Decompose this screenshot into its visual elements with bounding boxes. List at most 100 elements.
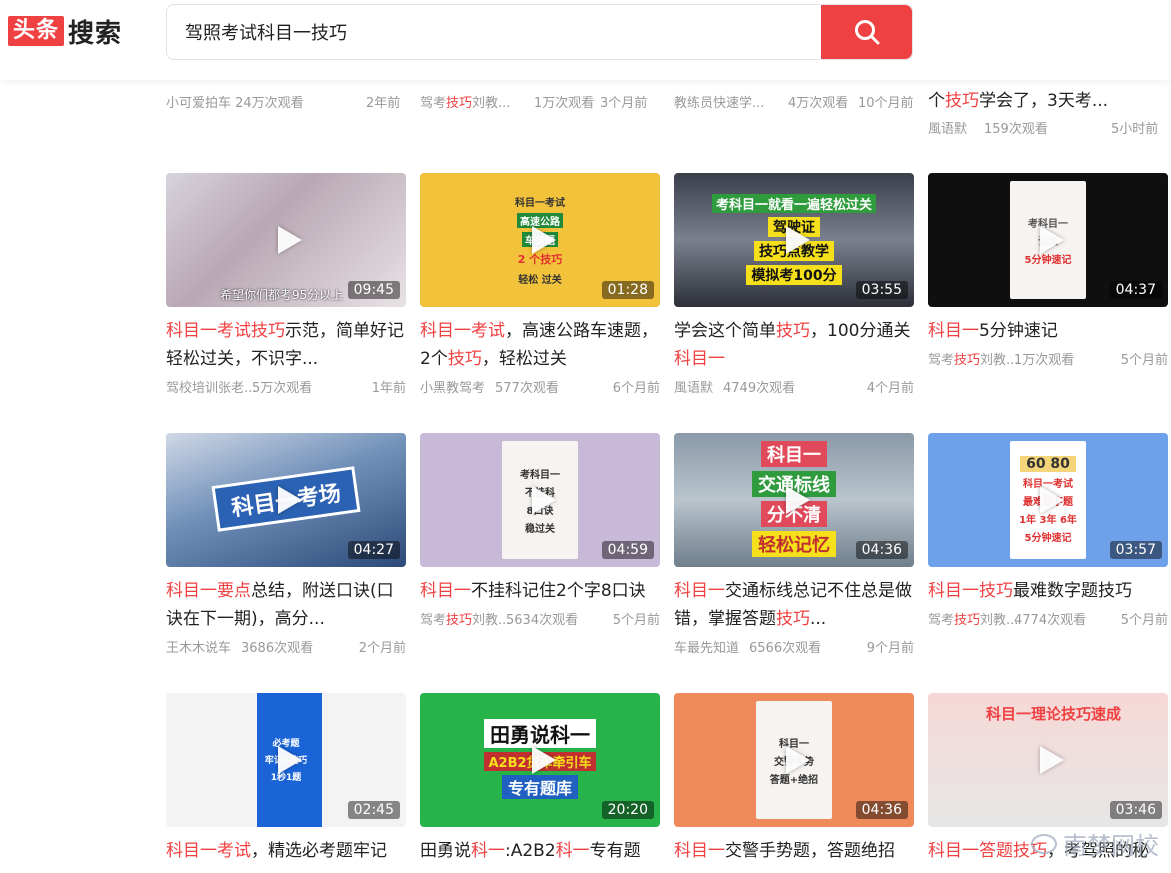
video-meta: 驾考技巧刘教... 5634次观看 5个月前: [420, 609, 660, 628]
video-source[interactable]: 驾考技巧刘教...: [420, 609, 510, 628]
video-views: 577次观看: [495, 381, 559, 396]
video-duration: 02:45: [347, 801, 400, 819]
thumbnail-text: 轻松 过关: [518, 275, 562, 286]
video-card[interactable]: 科目一 交警手势 答题+绝招 04:36 科目一交警手势题，答题绝招: [674, 693, 914, 865]
video-title[interactable]: 科目一考试，高速公路车速题，2个技巧，轻松过关: [420, 317, 660, 373]
video-thumbnail[interactable]: 希望你们都考95分以上 09:45: [166, 173, 406, 307]
logo-mark: 头条: [8, 16, 65, 46]
video-title[interactable]: 科目一考试技巧示范，简单好记轻松过关，不识字...: [166, 317, 406, 373]
video-card[interactable]: 科目一考试 高速公路 车速题 2 个技巧 轻松 过关 01:28 科目一考试，高速公路车速题…: [420, 173, 660, 396]
video-card[interactable]: 考科目一就看一遍轻松过关 驾驶证 技巧点教学 模拟考100分 03:55 学会这个简单技巧…: [674, 173, 914, 396]
watermark: 南梦网校: [1031, 826, 1159, 861]
video-title[interactable]: 科目一交通标线总记不住总是做错，掌握答题技巧...: [674, 577, 914, 633]
video-duration: 09:45: [347, 281, 400, 299]
video-source[interactable]: 驾考技巧刘教...: [420, 92, 510, 111]
search-input[interactable]: [167, 5, 822, 59]
video-title[interactable]: 科目一要点总结，附送口诀(口诀在下一期)，高分...: [166, 577, 406, 633]
video-thumbnail[interactable]: 考科目一 认准 5分钟速记 04:37: [928, 173, 1168, 307]
video-duration: 04:37: [1109, 281, 1162, 299]
play-icon[interactable]: [278, 226, 302, 254]
play-icon[interactable]: [786, 486, 810, 514]
video-views: 1万次观看: [1014, 353, 1075, 368]
video-views: 1万次观看: [534, 96, 595, 111]
thumbnail-text: 考科目一: [520, 469, 560, 481]
video-source[interactable]: 驾校培训张老...: [166, 377, 256, 396]
video-title[interactable]: 田勇说科一:A2B2科一专有题: [420, 837, 660, 865]
video-thumbnail[interactable]: 科目一 交警手势 答题+绝招 04:36: [674, 693, 914, 827]
video-title[interactable]: 科目一技巧最难数字题技巧: [928, 577, 1168, 605]
play-icon[interactable]: [278, 486, 302, 514]
video-source[interactable]: 風语默: [674, 377, 713, 396]
video-thumbnail[interactable]: 考科目一就看一遍轻松过关 驾驶证 技巧点教学 模拟考100分 03:55: [674, 173, 914, 307]
video-age: 4个月前: [866, 381, 914, 396]
video-thumbnail[interactable]: 科目一考试 高速公路 车速题 2 个技巧 轻松 过关 01:28: [420, 173, 660, 307]
play-icon[interactable]: [1040, 746, 1064, 774]
play-icon[interactable]: [532, 226, 556, 254]
thumbnail-text: 科目一: [761, 441, 827, 467]
thumbnail-text: 科目一考试: [515, 198, 565, 209]
video-views: 4749次观看: [723, 381, 796, 396]
play-icon[interactable]: [1040, 486, 1064, 514]
video-age: 6个月前: [612, 381, 660, 396]
video-meta: 小黑教驾考 577次观看 6个月前: [420, 377, 660, 396]
search-button[interactable]: [821, 5, 912, 59]
video-age: 3个月前: [600, 96, 648, 111]
play-icon[interactable]: [532, 486, 556, 514]
video-card[interactable]: 考科目一 不挂科 8口诀 稳过关 04:59 科目一不挂科记住2个字8口诀驾考技巧刘教..…: [420, 433, 660, 628]
video-views: 3686次观看: [241, 641, 314, 656]
video-views: 5万次观看: [252, 381, 313, 396]
video-card[interactable]: 60 80 科目一考试 最难数字题 1年 3年 6年 5分钟速记 03:57 科目一技巧最难…: [928, 433, 1168, 628]
video-source[interactable]: 風语默: [928, 118, 967, 137]
video-card[interactable]: 考科目一 认准 5分钟速记 04:37 科目一5分钟速记驾考技巧刘教... 1万次观看 5个…: [928, 173, 1168, 368]
video-source[interactable]: 车最先知道: [674, 637, 739, 656]
play-icon[interactable]: [786, 746, 810, 774]
play-icon[interactable]: [1040, 226, 1064, 254]
video-title[interactable]: 科目一考试，精选必考题牢记: [166, 837, 406, 865]
video-thumbnail[interactable]: 科目一 交通标线 分不清 轻松记忆 04:36: [674, 433, 914, 567]
video-title[interactable]: 学会这个简单技巧，100分通关科目一: [674, 317, 914, 373]
search-bar: [166, 4, 913, 60]
thumbnail-text: 田勇说科一: [484, 719, 596, 748]
video-title[interactable]: 科目一交警手势题，答题绝招: [674, 837, 914, 865]
video-source[interactable]: 小黑教驾考: [420, 377, 485, 396]
video-meta: 驾考技巧刘教... 4774次观看 5个月前: [928, 609, 1168, 628]
video-source[interactable]: 王木木说车: [166, 637, 231, 656]
top-header: 头条 搜索: [0, 0, 1171, 80]
video-title[interactable]: 个技巧学会了，3天考...: [928, 86, 1108, 111]
play-icon[interactable]: [532, 746, 556, 774]
video-duration: 04:59: [601, 541, 654, 559]
video-age: 5个月前: [1120, 353, 1168, 368]
video-card[interactable]: 科目一 交通标线 分不清 轻松记忆 04:36 科目一交通标线总记不住总是做错，掌握答题技…: [674, 433, 914, 656]
toutiao-logo[interactable]: 头条 搜索: [8, 16, 122, 49]
video-age: 5个月前: [1120, 613, 1168, 628]
thumbnail-text: 5分钟速记: [1024, 533, 1072, 544]
video-source[interactable]: 驾考技巧刘教...: [928, 349, 1018, 368]
video-card[interactable]: 田勇说科一 A2B2货车牵引车 专有题库 20:20 田勇说科一:A2B2科一专有题: [420, 693, 660, 865]
video-age: 9个月前: [866, 641, 914, 656]
video-duration: 04:36: [855, 541, 908, 559]
video-thumbnail[interactable]: 60 80 科目一考试 最难数字题 1年 3年 6年 5分钟速记 03:57: [928, 433, 1168, 567]
video-card[interactable]: 科目一考场 04:27 科目一要点总结，附送口诀(口诀在下一期)，高分... 王木木说…: [166, 433, 406, 656]
video-views: 4774次观看: [1014, 613, 1087, 628]
video-meta: 王木木说车 3686次观看 2个月前: [166, 637, 406, 656]
video-thumbnail[interactable]: 科目一考场 04:27: [166, 433, 406, 567]
video-source[interactable]: 教练员快速学...: [674, 92, 764, 111]
video-meta: 车最先知道 6566次观看 9个月前: [674, 637, 914, 656]
previous-results-row: 小可爱拍车 24万次观看 2年前 驾考技巧刘教... 1万次观看 3个月前 教练…: [0, 90, 1171, 140]
video-title[interactable]: 科目一不挂科记住2个字8口诀: [420, 577, 660, 605]
video-title[interactable]: 科目一5分钟速记: [928, 317, 1168, 345]
thumbnail-text: 60 80: [1020, 456, 1076, 472]
video-thumbnail[interactable]: 必考题 牢记5技巧 1秒1题 02:45: [166, 693, 406, 827]
video-thumbnail[interactable]: 田勇说科一 A2B2货车牵引车 专有题库 20:20: [420, 693, 660, 827]
video-source[interactable]: 驾考技巧刘教...: [928, 609, 1018, 628]
video-views: 5634次观看: [506, 613, 579, 628]
video-duration: 03:57: [1109, 541, 1162, 559]
video-thumbnail[interactable]: 科目一理论技巧速成 03:46: [928, 693, 1168, 827]
logo-text: 搜索: [68, 18, 123, 49]
play-icon[interactable]: [278, 746, 302, 774]
video-meta: 驾考技巧刘教... 1万次观看 5个月前: [928, 349, 1168, 368]
play-icon[interactable]: [786, 226, 810, 254]
video-card[interactable]: 希望你们都考95分以上 09:45 科目一考试技巧示范，简单好记轻松过关，不识字..…: [166, 173, 406, 396]
video-thumbnail[interactable]: 考科目一 不挂科 8口诀 稳过关 04:59: [420, 433, 660, 567]
video-card[interactable]: 必考题 牢记5技巧 1秒1题 02:45 科目一考试，精选必考题牢记: [166, 693, 406, 865]
